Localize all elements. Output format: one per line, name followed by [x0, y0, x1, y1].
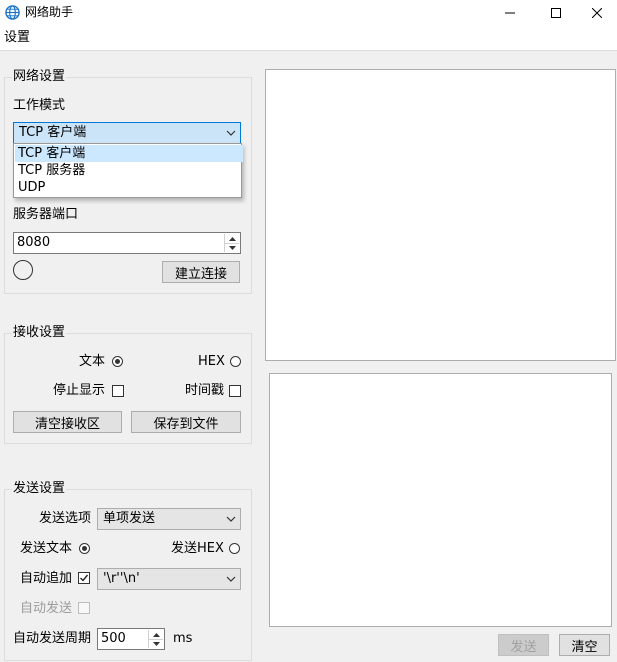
menu-settings[interactable]: 设置 — [4, 30, 30, 46]
chevron-down-icon — [226, 130, 236, 136]
checkmark-icon — [80, 574, 89, 582]
auto-send-period-label: 自动发送周期 — [13, 631, 92, 646]
send-textarea[interactable] — [269, 373, 612, 627]
work-mode-label: 工作模式 — [13, 98, 66, 113]
maximize-icon — [551, 8, 561, 18]
minimize-icon — [505, 12, 515, 14]
clear-send-button[interactable]: 清空 — [559, 634, 610, 656]
caret-down-icon — [228, 245, 236, 250]
receive-text-label: 文本 — [79, 354, 106, 369]
receive-hex-radio[interactable] — [230, 356, 241, 367]
globe-icon — [5, 5, 20, 20]
caret-up-icon — [152, 632, 160, 637]
close-icon — [592, 8, 602, 18]
work-mode-value: TCP 客户端 — [19, 125, 87, 140]
receive-hex-label: HEX — [198, 354, 225, 369]
title-bar: 网络助手 — [0, 0, 617, 26]
caret-down-icon — [152, 641, 160, 646]
timestamp-label: 时间戳 — [185, 383, 225, 398]
minimize-button[interactable] — [487, 0, 533, 26]
receive-text-radio[interactable] — [112, 356, 123, 367]
mode-option-udp[interactable]: UDP — [15, 179, 243, 196]
clear-receive-button[interactable]: 清空接收区 — [13, 411, 122, 433]
auto-append-label: 自动追加 — [20, 571, 73, 586]
menu-bar: 设置 — [0, 26, 617, 51]
append-suffix-combo[interactable]: '\r''\n' — [97, 568, 241, 590]
save-to-file-button[interactable]: 保存到文件 — [131, 411, 241, 433]
chevron-down-icon — [226, 516, 236, 522]
server-port-spinbox[interactable]: 8080 — [13, 232, 241, 254]
send-text-label: 发送文本 — [20, 541, 73, 556]
send-settings-title: 发送设置 — [12, 481, 67, 497]
close-button[interactable] — [577, 0, 617, 26]
auto-append-checkbox[interactable] — [78, 572, 90, 584]
send-button[interactable]: 发送 — [498, 634, 549, 656]
maximize-button[interactable] — [533, 0, 579, 26]
work-mode-combo[interactable]: TCP 客户端 — [13, 122, 241, 144]
send-option-label: 发送选项 — [39, 511, 92, 526]
caret-up-icon — [228, 236, 236, 241]
auto-send-period-spinbox[interactable]: 500 — [97, 628, 165, 650]
stop-display-label: 停止显示 — [53, 383, 106, 398]
send-hex-label: 发送HEX — [171, 541, 224, 556]
chevron-down-icon — [226, 576, 236, 582]
auto-send-period-value: 500 — [101, 631, 126, 646]
window-title: 网络助手 — [25, 5, 74, 19]
auto-send-checkbox[interactable] — [78, 602, 90, 614]
receive-settings-title: 接收设置 — [12, 325, 67, 341]
auto-send-label: 自动发送 — [20, 601, 73, 616]
period-decrement[interactable] — [149, 639, 163, 648]
connection-status-indicator — [13, 260, 33, 280]
receive-textarea[interactable] — [265, 69, 616, 361]
send-hex-radio[interactable] — [229, 543, 240, 554]
stop-display-checkbox[interactable] — [112, 385, 124, 397]
server-port-value: 8080 — [17, 235, 51, 250]
append-suffix-value: '\r''\n' — [103, 571, 140, 586]
period-unit-label: ms — [173, 631, 193, 646]
work-mode-dropdown: TCP 客户端 TCP 服务器 UDP — [13, 143, 243, 198]
server-port-label: 服务器端口 — [13, 207, 79, 222]
connect-button[interactable]: 建立连接 — [162, 261, 240, 283]
port-spin-buttons — [224, 234, 239, 252]
mode-option-tcp-server[interactable]: TCP 服务器 — [15, 162, 243, 179]
send-option-value: 单项发送 — [103, 511, 156, 526]
period-spin-buttons — [148, 630, 163, 648]
mode-option-tcp-client[interactable]: TCP 客户端 — [15, 145, 243, 162]
send-option-combo[interactable]: 单项发送 — [97, 508, 241, 530]
port-decrement[interactable] — [225, 243, 239, 252]
network-settings-title: 网络设置 — [12, 69, 67, 85]
send-text-radio[interactable] — [79, 543, 90, 554]
timestamp-checkbox[interactable] — [229, 385, 241, 397]
